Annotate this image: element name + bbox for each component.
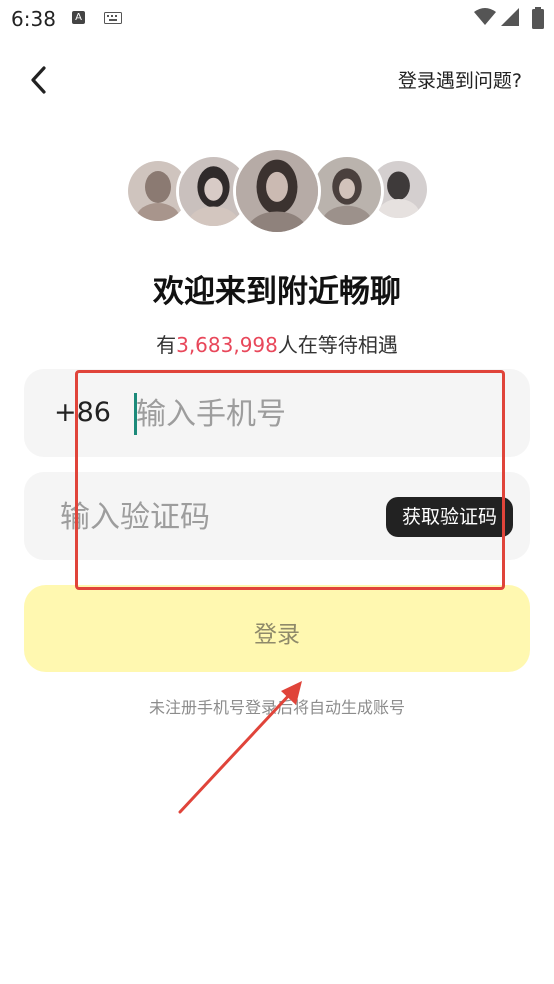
- signal-icon: [501, 8, 519, 26]
- wifi-icon: [474, 8, 496, 25]
- waiting-suffix: 人在等待相遇: [277, 333, 398, 357]
- back-button[interactable]: [24, 62, 58, 98]
- waiting-prefix: 有: [156, 333, 177, 357]
- battery-icon: [532, 7, 544, 29]
- annotation-highlight-box: [75, 370, 505, 590]
- avatar: [310, 154, 384, 228]
- login-help-link[interactable]: 登录遇到问题?: [398, 66, 522, 93]
- waiting-count: 3,683,998: [176, 333, 278, 357]
- a-notification-icon: A: [72, 11, 85, 24]
- avatar-cluster: [0, 145, 554, 240]
- avatar: [233, 147, 321, 235]
- welcome-title: 欢迎来到附近畅聊: [153, 274, 401, 310]
- login-button[interactable]: 登录: [24, 585, 530, 672]
- status-bar: 6:38 A: [0, 0, 554, 38]
- status-time: 6:38: [11, 7, 56, 31]
- keyboard-icon: [104, 12, 122, 24]
- login-button-label: 登录: [254, 622, 300, 648]
- waiting-count-line: 有3,683,998人在等待相遇: [0, 329, 554, 358]
- chevron-left-icon: [31, 66, 46, 94]
- auto-register-note: 未注册手机号登录后将自动生成账号: [148, 698, 405, 717]
